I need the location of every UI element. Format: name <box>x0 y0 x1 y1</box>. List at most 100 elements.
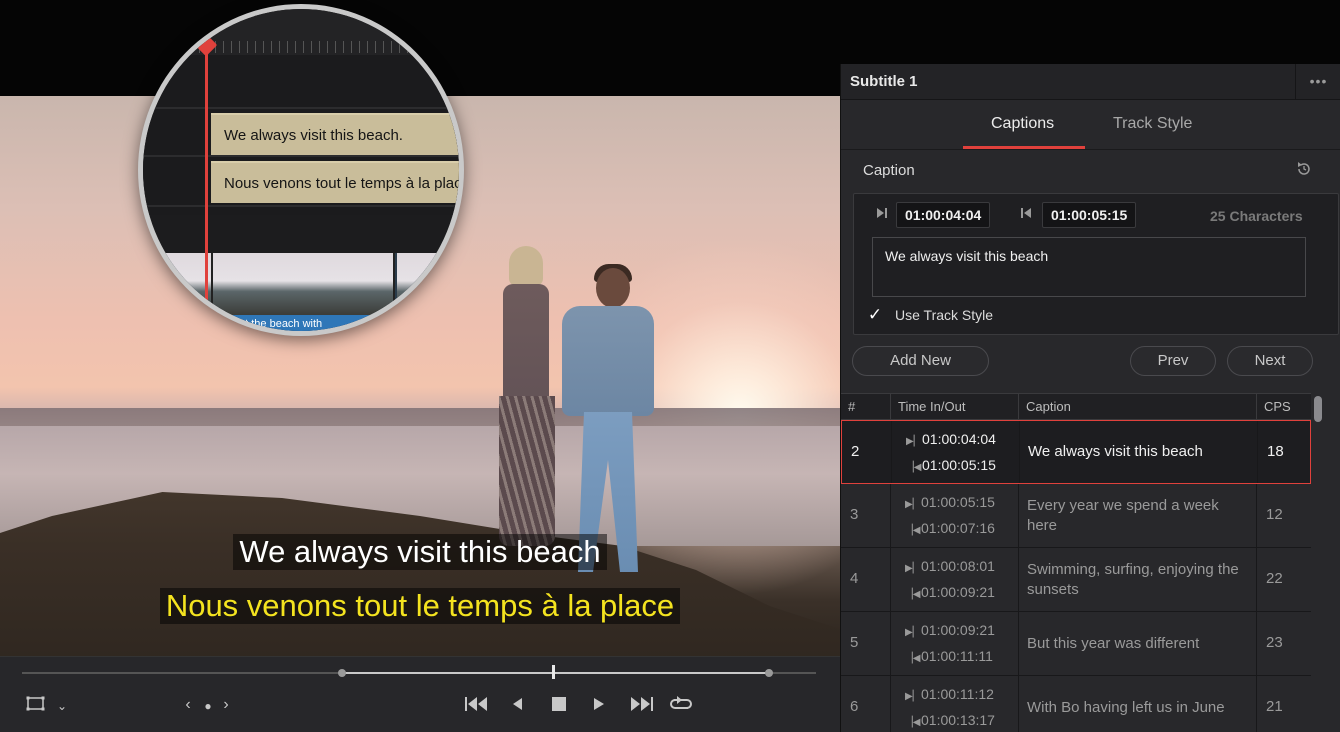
subtitle-primary-text: We always visit this beach <box>233 534 607 570</box>
table-row[interactable]: 3 ▶▏01:00:05:15 ▕◀01:00:07:16 Every year… <box>841 484 1311 548</box>
mark-in-icon <box>876 207 888 222</box>
captions-table: # Time In/Out Caption CPS 2 ▶▏01:00:04:0… <box>841 393 1311 732</box>
caption-section-label: Caption <box>863 162 915 179</box>
row-time: ▶▏01:00:08:01 ▕◀01:00:09:21 <box>891 548 1019 611</box>
row-time-out: 01:00:07:16 <box>921 520 995 536</box>
column-header-number[interactable]: # <box>841 394 891 421</box>
table-row[interactable]: 2 ▶▏01:00:04:04 ▕◀01:00:05:15 We always … <box>841 420 1311 484</box>
row-time: ▶▏01:00:09:21 ▕◀01:00:11:11 <box>891 612 1019 675</box>
panel-title: Subtitle 1 <box>850 73 918 90</box>
timeline-zoom-magnifier: We always visit this beach. Nous venons … <box>138 4 464 336</box>
row-caption: Every year we spend a week here <box>1019 484 1257 547</box>
row-cps: 21 <box>1266 698 1283 715</box>
jog-dot-icon[interactable]: ● <box>200 696 216 716</box>
safe-area-icon[interactable] <box>26 695 46 717</box>
row-number: 3 <box>841 484 891 547</box>
time-in-icon: ▶▏ <box>905 499 921 510</box>
jump-to-end-icon[interactable] <box>628 695 654 717</box>
scrubber-range <box>342 672 770 674</box>
more-options-icon[interactable]: ••• <box>1295 64 1340 100</box>
scrubber-out-point[interactable] <box>765 669 773 677</box>
time-out-icon: ▕◀ <box>905 589 921 600</box>
transport-bar: ⌄ ‹ ● › <box>0 656 840 732</box>
row-time: ▶▏01:00:04:04 ▕◀01:00:05:15 <box>892 421 1020 483</box>
column-header-time[interactable]: Time In/Out <box>891 394 1019 421</box>
table-row[interactable]: 4 ▶▏01:00:08:01 ▕◀01:00:09:21 Swimming, … <box>841 548 1311 612</box>
timeline-ruler <box>143 9 459 55</box>
play-reverse-icon[interactable] <box>508 695 526 717</box>
row-time-in: 01:00:08:01 <box>921 558 995 574</box>
use-track-style-label: Use Track Style <box>895 307 994 323</box>
time-out-icon: ▕◀ <box>906 462 922 473</box>
woman-figure <box>495 246 555 576</box>
row-cps: 12 <box>1266 506 1283 523</box>
row-time-out: 01:00:09:21 <box>921 584 995 600</box>
table-row[interactable]: 5 ▶▏01:00:09:21 ▕◀01:00:11:11 But this y… <box>841 612 1311 676</box>
prev-button[interactable]: Prev <box>1130 346 1216 376</box>
next-frame-icon[interactable]: › <box>218 695 234 715</box>
row-number: 4 <box>841 548 891 611</box>
row-time-out: 01:00:11:11 <box>921 648 993 664</box>
loop-icon[interactable] <box>668 695 694 717</box>
mark-out-icon <box>1020 207 1032 222</box>
table-row[interactable]: 6 ▶▏01:00:11:12 ▕◀01:00:13:17 With Bo ha… <box>841 676 1311 732</box>
time-in-icon: ▶▏ <box>906 436 922 447</box>
caption-editor: 01:00:04:04 01:00:05:15 25 Characters We… <box>853 193 1339 335</box>
row-time: ▶▏01:00:11:12 ▕◀01:00:13:17 <box>891 676 1019 732</box>
audio-clip-label: at the beach with <box>239 318 323 330</box>
row-number: 6 <box>841 676 891 732</box>
active-tab-indicator <box>963 146 1085 149</box>
row-time-in: 01:00:05:15 <box>921 494 995 510</box>
add-new-button[interactable]: Add New <box>852 346 989 376</box>
scrubber-playhead[interactable] <box>552 665 555 679</box>
panel-header: Subtitle 1 ••• <box>841 64 1340 100</box>
tab-captions[interactable]: Captions <box>991 115 1054 133</box>
prev-frame-icon[interactable]: ‹ <box>180 695 196 715</box>
row-time-in: 01:00:04:04 <box>922 431 996 447</box>
time-in-icon: ▶▏ <box>905 691 921 702</box>
jump-to-start-icon[interactable] <box>464 695 490 717</box>
use-track-style-checkbox[interactable]: ✓ <box>866 306 884 324</box>
row-time-out: 01:00:13:17 <box>921 712 995 728</box>
subtitle-secondary: Nous venons tout le temps à la place <box>0 588 840 624</box>
time-out-icon: ▕◀ <box>905 653 921 664</box>
row-caption: But this year was different <box>1019 612 1257 675</box>
subtitle-clip-english[interactable]: We always visit this beach. <box>211 113 459 155</box>
character-count: 25 Characters <box>1210 208 1303 224</box>
row-cps: 22 <box>1266 570 1283 587</box>
video-clip-strip[interactable] <box>143 253 459 315</box>
horizon <box>0 408 840 426</box>
row-cps: 23 <box>1266 634 1283 651</box>
subtitle-clip-french[interactable]: Nous venons tout le temps à la place <box>211 161 459 203</box>
row-caption: We always visit this beach <box>1020 421 1258 483</box>
row-time: ▶▏01:00:05:15 ▕◀01:00:07:16 <box>891 484 1019 547</box>
subtitle-secondary-text: Nous venons tout le temps à la place <box>159 588 681 624</box>
time-in-field[interactable]: 01:00:04:04 <box>896 202 991 228</box>
reset-icon[interactable] <box>1295 160 1313 178</box>
subtitle-primary: We always visit this beach <box>0 534 840 570</box>
row-time-in: 01:00:09:21 <box>921 622 995 638</box>
time-out-icon: ▕◀ <box>905 525 921 536</box>
stop-icon[interactable] <box>550 696 568 716</box>
time-out-field[interactable]: 01:00:05:15 <box>1042 202 1137 228</box>
app-window: We always visit this beach Nous venons t… <box>0 0 1340 732</box>
next-button[interactable]: Next <box>1227 346 1313 376</box>
tab-track-style[interactable]: Track Style <box>1113 115 1192 133</box>
row-time-in: 01:00:11:12 <box>921 686 994 702</box>
column-header-caption[interactable]: Caption <box>1019 394 1257 421</box>
table-scrollbar[interactable] <box>1314 396 1322 422</box>
chevron-down-icon[interactable]: ⌄ <box>54 696 70 716</box>
playhead-line[interactable] <box>205 35 208 331</box>
subtitle-inspector-panel: Subtitle 1 ••• Captions Track Style Capt… <box>840 64 1340 732</box>
time-in-icon: ▶▏ <box>905 563 921 574</box>
row-time-out: 01:00:05:15 <box>922 457 996 473</box>
play-icon[interactable] <box>590 695 608 717</box>
caption-text-field[interactable]: We always visit this beach <box>872 237 1306 297</box>
time-out-icon: ▕◀ <box>905 717 921 728</box>
row-cps: 18 <box>1267 443 1284 460</box>
column-header-cps[interactable]: CPS <box>1257 394 1311 421</box>
time-in-icon: ▶▏ <box>905 627 921 638</box>
row-caption: Swimming, surfing, enjoying the sunsets <box>1019 548 1257 611</box>
table-header: # Time In/Out Caption CPS <box>841 393 1311 421</box>
scrubber-in-point[interactable] <box>338 669 346 677</box>
